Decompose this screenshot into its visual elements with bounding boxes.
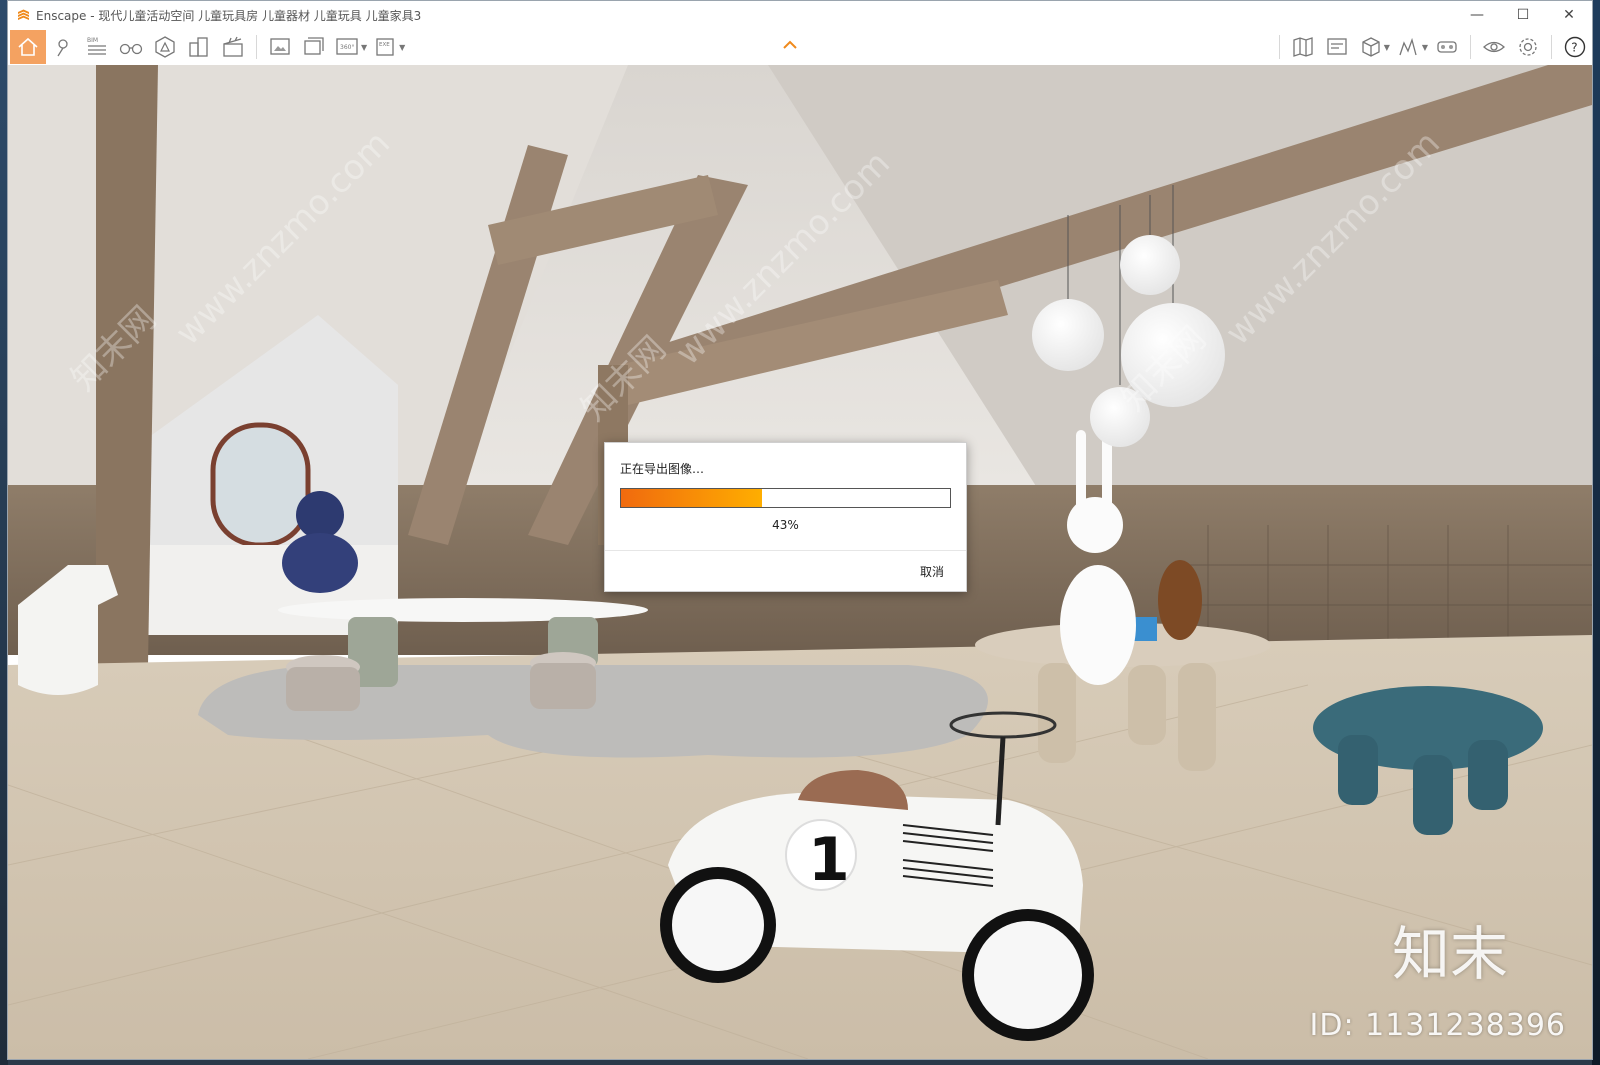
svg-text:1: 1: [808, 825, 850, 895]
toolbar-separator: [256, 35, 257, 59]
progress-fill: [621, 489, 763, 507]
chart-icon: [1399, 37, 1417, 56]
maximize-button[interactable]: ☐: [1500, 1, 1546, 29]
toolbar-separator: [1551, 35, 1552, 59]
help-icon: ?: [1564, 36, 1586, 58]
bim-icon: BIM: [87, 37, 106, 55]
desktop-background-right: [1592, 0, 1600, 1065]
window-controls: — ☐ ✕: [1454, 1, 1592, 29]
vr-headset-icon: [1437, 41, 1457, 53]
screenshot-button[interactable]: [263, 30, 297, 64]
svg-text:EXE: EXE: [379, 42, 390, 48]
rabbit-ear: [1076, 430, 1086, 510]
screenshot-icon: [270, 38, 290, 55]
render-viewport[interactable]: 1 知末网 www.znzmo.com 知末网 www.znzmo.com 知末…: [8, 65, 1592, 1059]
gear-icon: [1519, 38, 1537, 56]
enscape-logo-icon: [16, 8, 30, 22]
close-button[interactable]: ✕: [1546, 1, 1592, 29]
bim-button[interactable]: BIM: [80, 30, 114, 64]
round-table-leg: [1128, 665, 1166, 745]
location-button[interactable]: [46, 30, 80, 64]
map-icon: [1293, 37, 1313, 57]
toolbar-separator: [1470, 35, 1471, 59]
location-pin-icon: [57, 39, 68, 57]
dialog-divider: [605, 550, 966, 551]
image-id-watermark: ID: 1131238396: [1309, 1008, 1566, 1043]
video-editor-button[interactable]: [216, 30, 250, 64]
vr-button[interactable]: [1430, 30, 1464, 64]
enscape-window: Enscape - 现代儿童活动空间 儿童玩具房 儿童器材 儿童玩具 儿童家具3…: [7, 0, 1593, 1060]
eye-icon: [1483, 41, 1505, 53]
rabbit-lamp-head: [1067, 497, 1123, 553]
pouf-body: [530, 663, 596, 709]
enscape-toolbar: BIM 360° ▼ EXE ▼ ▼ ▼ ?: [8, 29, 1592, 66]
binoculars-button[interactable]: [114, 30, 148, 64]
cancel-button[interactable]: 取消: [920, 563, 944, 580]
minimize-button[interactable]: —: [1454, 1, 1500, 29]
bear-body: [282, 533, 358, 593]
clapperboard-icon: [223, 36, 243, 57]
cube-icon: [1362, 37, 1380, 57]
chevron-up-icon: [783, 40, 797, 49]
round-table-leg: [1038, 663, 1076, 763]
violin: [1158, 560, 1202, 640]
views-icon: [1327, 38, 1347, 55]
batch-render-button[interactable]: [297, 30, 331, 64]
views-button[interactable]: [1320, 30, 1354, 64]
bear-head: [296, 491, 344, 539]
exe-export-icon: EXE: [376, 38, 394, 56]
export-progress-bar: [620, 488, 951, 508]
round-table-leg: [1178, 663, 1216, 771]
svg-text:BIM: BIM: [87, 37, 98, 44]
binoculars-icon: [119, 43, 143, 55]
buildings-button[interactable]: [182, 30, 216, 64]
pouf-body: [286, 667, 360, 711]
panorama-360-icon: 360°: [336, 38, 358, 55]
home-icon: [18, 37, 38, 56]
asset-library-button[interactable]: [148, 30, 182, 64]
teal-bench-leg: [1338, 735, 1378, 805]
map-button[interactable]: [1286, 30, 1320, 64]
export-progress-dialog: 正在导出图像… 43% 取消: [604, 442, 967, 592]
exe-export-button[interactable]: EXE: [369, 30, 403, 64]
asset-library-icon: [155, 36, 175, 58]
home-button[interactable]: [10, 30, 46, 64]
rabbit-ear: [1102, 435, 1112, 510]
batch-render-icon: [304, 37, 324, 55]
chart-button[interactable]: [1392, 30, 1426, 64]
pendant-light: [1120, 235, 1180, 295]
teal-bench-leg: [1413, 755, 1453, 835]
buildings-icon: [189, 37, 208, 57]
toolbar-separator: [1278, 35, 1280, 59]
svg-text:?: ?: [1571, 41, 1577, 55]
rabbit-lamp-body: [1060, 565, 1136, 685]
panorama-button[interactable]: 360°: [331, 30, 365, 64]
settings-button[interactable]: [1511, 30, 1545, 64]
title-bar: Enscape - 现代儿童活动空间 儿童玩具房 儿童器材 儿童玩具 儿童家具3…: [8, 1, 1592, 29]
znzmo-logo-watermark: 知末: [1391, 920, 1508, 988]
collapse-toolbar-button[interactable]: [780, 35, 800, 55]
teal-bench-leg: [1468, 740, 1508, 810]
alcove-window: [210, 422, 311, 548]
dialog-title: 正在导出图像…: [620, 462, 705, 476]
visual-settings-button[interactable]: [1477, 30, 1511, 64]
help-button[interactable]: ?: [1558, 30, 1592, 64]
progress-percent: 43%: [772, 518, 799, 532]
svg-text:360°: 360°: [340, 44, 354, 51]
cube-button[interactable]: [1354, 30, 1388, 64]
pendant-light: [1032, 299, 1104, 371]
window-title: Enscape - 现代儿童活动空间 儿童玩具房 儿童器材 儿童玩具 儿童家具3: [36, 8, 422, 23]
